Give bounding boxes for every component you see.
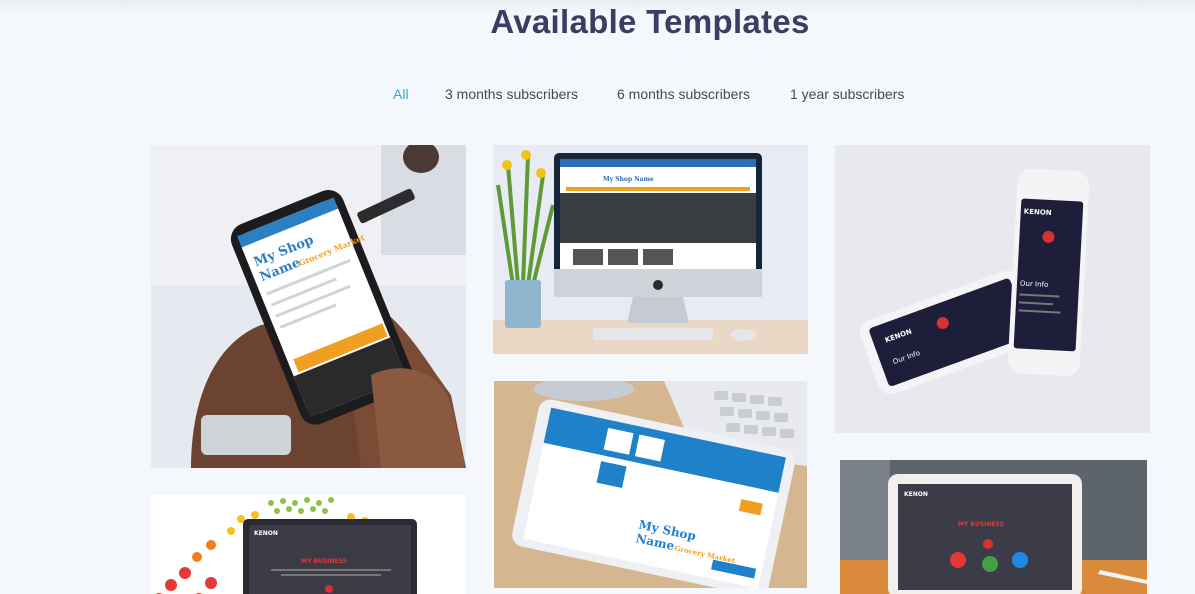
template-card-laptop[interactable]: KENON MY BUSINESS bbox=[151, 495, 466, 594]
template-card-tablet-desk[interactable]: My Shop Name Grocery Market bbox=[494, 381, 807, 588]
svg-text:KENON: KENON bbox=[904, 491, 928, 498]
page-title: Available Templates bbox=[490, 3, 810, 40]
template-card-desktop[interactable]: My Shop Name bbox=[493, 145, 808, 354]
tablet-on-desk-image: My Shop Name Grocery Market bbox=[494, 381, 807, 588]
templates-page: Available Templates All 3 months subscri… bbox=[0, 0, 1195, 594]
laptop-dots-image: KENON MY BUSINESS bbox=[151, 495, 466, 594]
filter-tab-all[interactable]: All bbox=[393, 86, 409, 102]
svg-text:KENON: KENON bbox=[254, 530, 278, 537]
filter-tab-1-year[interactable]: 1 year subscribers bbox=[790, 86, 904, 102]
filter-tab-6-months[interactable]: 6 months subscribers bbox=[617, 86, 750, 102]
two-phones-image: KENON Our Info KENON Our Info bbox=[835, 145, 1150, 433]
filter-tab-3-months[interactable]: 3 months subscribers bbox=[445, 86, 578, 102]
svg-text:MY BUSINESS: MY BUSINESS bbox=[301, 558, 347, 565]
desktop-monitor-image: My Shop Name bbox=[493, 145, 808, 354]
template-card-two-phones[interactable]: KENON Our Info KENON Our Info bbox=[835, 145, 1150, 433]
svg-text:MY BUSINESS: MY BUSINESS bbox=[958, 521, 1004, 528]
svg-text:Our Info: Our Info bbox=[1020, 279, 1049, 288]
tablet-landscape-image: KENON MY BUSINESS bbox=[840, 460, 1147, 594]
svg-text:My Shop Name: My Shop Name bbox=[603, 176, 654, 183]
template-card-phone-in-hand[interactable]: My Shop Name Grocery Market bbox=[151, 145, 466, 468]
template-card-tablet-landscape[interactable]: KENON MY BUSINESS bbox=[840, 460, 1147, 594]
svg-text:KENON: KENON bbox=[1024, 208, 1052, 217]
phone-in-hand-image: My Shop Name Grocery Market bbox=[151, 145, 466, 468]
